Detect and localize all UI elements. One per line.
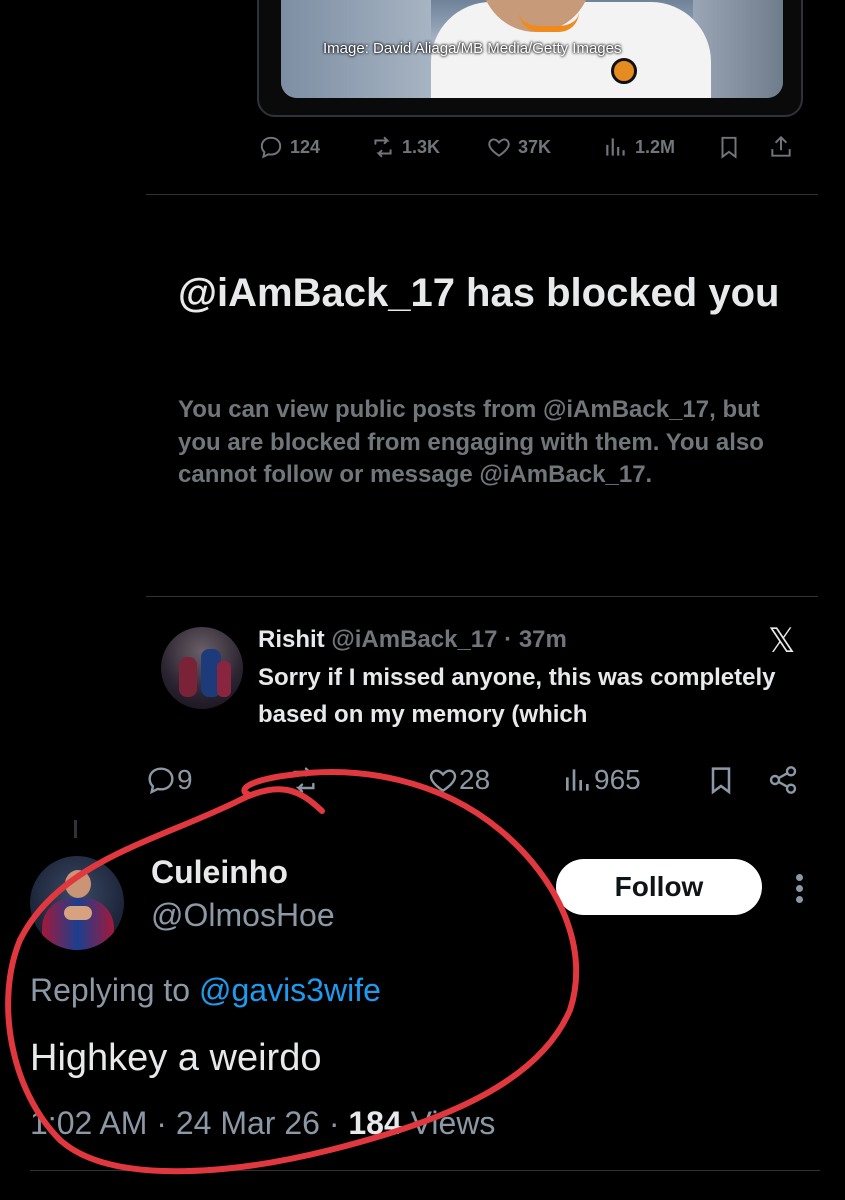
x-logo-icon[interactable]: 𝕏 [768, 623, 795, 659]
club-crest [611, 58, 637, 84]
reply-icon [260, 136, 282, 159]
red-annotation-circle [5, 769, 580, 1175]
reply-icon [148, 767, 174, 795]
replying-to-mention[interactable]: @gavis3wife [199, 972, 381, 1008]
repost-action[interactable] [288, 760, 320, 800]
tweet-action-bar: 124 1.3K 37K 1.2M [258, 130, 803, 164]
bookmark-action[interactable] [716, 130, 748, 164]
reply-action[interactable]: 124 [258, 130, 320, 164]
heart-icon [488, 138, 510, 157]
views-count: 1.2M [635, 136, 676, 157]
bookmark-icon [711, 767, 731, 795]
repost-action[interactable]: 1.3K [370, 130, 440, 164]
views-count: 965 [594, 764, 641, 795]
like-action[interactable]: 37K [486, 130, 551, 164]
like-action[interactable]: 28 [427, 760, 490, 800]
divider [146, 194, 818, 195]
share-action[interactable] [768, 130, 800, 164]
tweet-metadata: 1:02 AM · 24 Mar 26 · 184 Views [30, 1100, 495, 1146]
thread-line [74, 820, 77, 838]
avatar[interactable] [161, 627, 243, 709]
replying-prefix: Replying to [30, 972, 199, 1008]
views-icon [606, 138, 625, 156]
embedded-author-name: Rishit [258, 626, 325, 653]
author-handle[interactable]: @OlmosHoe [151, 895, 335, 935]
quoted-media-card[interactable]: Image: David Aliaga/MB Media/Getty Image… [257, 0, 803, 117]
embedded-tweet-text[interactable]: Sorry if I missed anyone, this was compl… [258, 660, 818, 733]
follow-button[interactable]: Follow [556, 859, 762, 915]
embedded-author-handle: @iAmBack_17 · 37m [331, 626, 567, 653]
divider [30, 1170, 820, 1171]
tweet-text: Highkey a weirdo [30, 1037, 322, 1079]
avatar[interactable] [30, 856, 124, 950]
reply-count: 124 [290, 136, 321, 157]
share-icon [769, 766, 797, 794]
replying-to-line: Replying to @gavis3wife [30, 968, 381, 1012]
more-options-icon[interactable] [790, 868, 810, 908]
image-credit: Image: David Aliaga/MB Media/Getty Image… [323, 40, 622, 57]
repost-count: 1.3K [402, 136, 441, 157]
heart-icon [429, 769, 457, 793]
tweet-timestamp[interactable]: 1:02 AM · 24 Mar 26 · [30, 1105, 348, 1141]
views-icon [566, 769, 589, 791]
bookmark-action[interactable] [705, 760, 737, 800]
like-count: 37K [518, 136, 552, 157]
embedded-tweet-header[interactable]: Rishit @iAmBack_17 · 37m [258, 622, 567, 658]
views-action[interactable]: 965 [562, 760, 641, 800]
share-icon [771, 135, 791, 157]
views-action[interactable]: 1.2M [603, 130, 675, 164]
blocked-title: @iAmBack_17 has blocked you [178, 271, 780, 315]
repost-icon [293, 767, 315, 793]
quoted-media-image[interactable]: Image: David Aliaga/MB Media/Getty Image… [281, 0, 783, 98]
share-action[interactable] [767, 760, 799, 800]
repost-icon [374, 136, 392, 158]
like-count: 28 [459, 764, 491, 795]
reply-action[interactable]: 9 [145, 760, 193, 800]
author-name[interactable]: Culeinho [151, 852, 288, 892]
divider [146, 596, 818, 597]
tweet-views-label: Views [401, 1105, 496, 1141]
tweet-views-count: 184 [348, 1105, 402, 1141]
reply-count: 9 [177, 764, 193, 795]
bookmark-icon [721, 136, 737, 159]
blocked-body: You can view public posts from @iAmBack_… [178, 396, 764, 488]
